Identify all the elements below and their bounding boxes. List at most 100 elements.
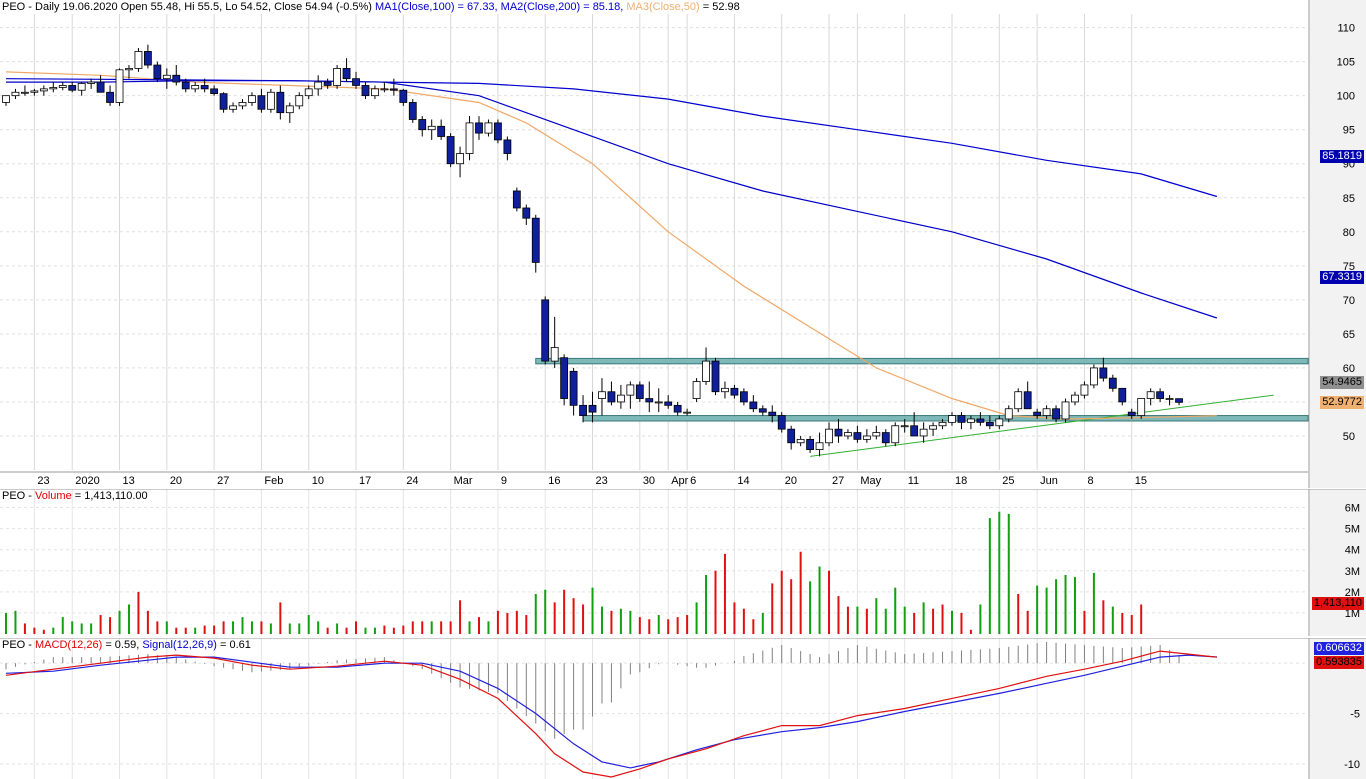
candle-down [1108,377,1117,389]
price-y-tick: 60 [1343,363,1355,375]
candle-down [446,136,455,165]
price-y-tick: 110 [1337,23,1355,35]
ma3-tag: 52.9772 [1320,396,1364,409]
candle-up [1014,391,1023,410]
candle-down [257,95,266,110]
volume-chart[interactable]: 1M2M3M4M5M6M [0,489,1366,636]
ma3-value: = 52.98 [699,1,740,13]
candle-down [352,78,360,86]
price-y-tick: 50 [1343,431,1355,443]
candle-up [692,381,701,399]
candle-down [635,384,644,399]
candle-up [314,81,323,90]
candle-down [494,122,502,141]
volume-symbol: PEO - [2,490,36,502]
candle-up [825,428,833,444]
volume-header: PEO - Volume = 1,413,110.00 [2,489,148,503]
candle-down [910,425,919,437]
candle-down [503,139,512,154]
candle-down [418,119,427,131]
close-tag: 54.9465 [1320,376,1364,389]
x-tick-label: 24 [406,475,418,487]
x-tick-label: Jun [1040,475,1058,487]
candle-up [900,425,909,428]
candle-up [115,69,124,103]
ma3-line [5,71,1217,420]
candle-up [87,81,96,84]
candle-down [1118,387,1127,403]
price-chart[interactable]: 23 2020 13 20 27 Feb 10 17 24 Mar 9 16 23 30 Apr 6 14 20 2… [0,0,1366,488]
candle-up [11,91,20,97]
x-tick-label: Mar [454,475,473,487]
candle-up [1137,398,1146,416]
price-pane[interactable]: 23 2020 13 20 27 Feb 10 17 24 Mar 9 16 23 30 Apr 6 14 20 2… [0,0,1366,488]
price-header: PEO - Daily 19.06.2020 Open 55.48, Hi 55… [2,0,740,14]
price-y-tick: 100 [1337,91,1355,103]
candle-up [229,105,237,110]
x-tick-label: 9 [501,475,507,487]
candle-down [579,404,587,416]
candle-up [938,421,947,427]
candle-up [371,88,379,97]
macd-pane[interactable]: -10-50 PEO - MACD(12,26) = 0.59, Signal(… [0,638,1366,779]
ma2-tag: 85.1819 [1320,150,1364,163]
candle-down [1175,398,1183,403]
candle-up [1090,367,1098,386]
candle-down [711,360,720,393]
candle-down [664,401,673,406]
macd-header: PEO - MACD(12,26) = 0.59, Signal(12,26,9… [2,638,251,652]
candle-down [787,428,796,444]
candle-up [30,90,39,93]
candle-up [1071,394,1079,403]
candle-up [125,68,133,71]
candle-up [333,68,342,86]
ma2-line [6,80,1218,319]
x-tick-label: 11 [908,475,919,487]
candle-down [172,74,181,83]
macd-value: = 0.59, [102,639,143,651]
volume-y-tick: 4M [1345,545,1360,557]
macd-chart[interactable]: -10-50 [0,638,1366,779]
x-tick-label: 13 [123,475,135,487]
candle-down [768,411,777,416]
x-tick-label: 23 [37,475,49,487]
candle-up [1004,408,1013,420]
candle-up [626,384,635,396]
ma2-legend: MA2(Close,200) = 85.18, [497,1,627,13]
x-tick-label: 20 [170,475,182,487]
candle-down [408,102,417,120]
candle-up [484,122,493,134]
candle-up [654,401,663,404]
price-y-tick: 85 [1343,193,1355,205]
macd-tag: 0.593835 [1314,656,1364,669]
ma1-legend: MA1(Close,100) = 67.33, [375,1,498,13]
candle-up [456,153,464,165]
candle-up [58,85,67,88]
candle-up [266,91,275,110]
candle-down [153,64,162,80]
x-tick-label: 2020 [75,475,99,487]
candle-up [872,432,881,437]
ma1-tag: 67.3319 [1320,271,1364,284]
candle-up [238,102,247,107]
candle-down [1099,367,1108,379]
x-tick-label: Apr [671,475,688,487]
macd-y-tick: -10 [1344,759,1360,771]
candle-down [361,85,370,97]
volume-pane[interactable]: 1M 2M 3M 4M 5M 6M PEO - Volume = 1,413,110.00… [0,489,1366,636]
candle-down [806,438,814,450]
candle-up [191,85,200,90]
candle-up [598,391,606,399]
candle-down [96,81,105,93]
candle-down [276,91,285,114]
candle-down [210,88,219,95]
candle-down [881,432,890,444]
candle-up [1080,384,1089,396]
candle-down [181,81,190,90]
candle-down [569,370,578,406]
candle-up [427,125,436,131]
candle-down [673,404,682,413]
candle-down [588,404,597,413]
x-tick-label: 25 [1002,475,1014,487]
signal-tag: 0.606632 [1314,642,1364,655]
